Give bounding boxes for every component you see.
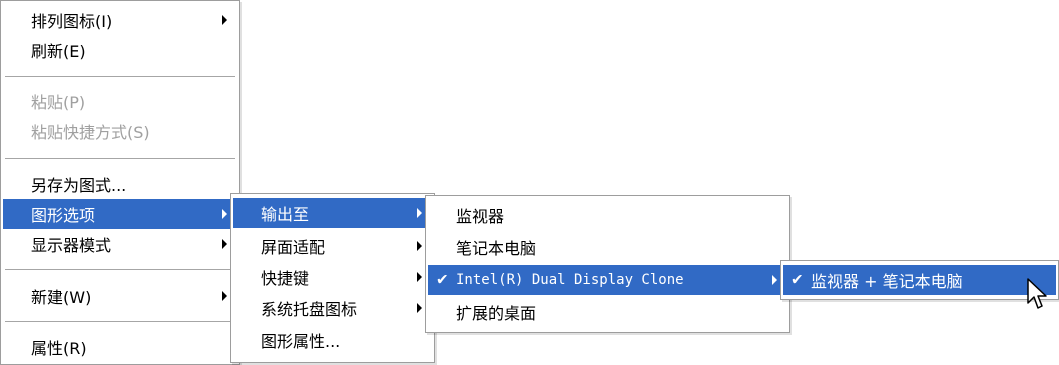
menu-item-save-as-scheme[interactable]: 另存为图式... [3, 169, 237, 199]
menu-item-label: 笔记本电脑 [456, 239, 537, 258]
submenu-arrow-icon [417, 241, 422, 251]
menu-item-arrange-icons[interactable]: 排列图标(I) [3, 5, 237, 35]
menu-item-hotkeys[interactable]: 快捷键 [233, 262, 432, 292]
menu-item-extended-desktop[interactable]: 扩展的桌面 [428, 297, 787, 327]
menu-item-label: 排列图标(I) [31, 12, 113, 31]
menu-item-label: 图形属性... [261, 332, 341, 351]
menu-item-monitor-plus-notebook[interactable]: ✔ 监视器 + 笔记本电脑 [783, 265, 1056, 295]
menu-item-label: 扩展的桌面 [456, 304, 537, 323]
menu-separator [5, 321, 235, 322]
menu-item-new[interactable]: 新建(W) [3, 281, 237, 311]
mouse-pointer-icon [1027, 278, 1047, 309]
menu-item-output-to[interactable]: 输出至 [233, 198, 432, 228]
menu-item-label: 刷新(E) [31, 42, 86, 61]
menu-item-paste: 粘贴(P) [3, 86, 237, 116]
menu-item-label: 输出至 [261, 205, 310, 224]
submenu-arrow-icon [417, 208, 422, 218]
menu-item-label: 另存为图式... [31, 176, 127, 195]
submenu-arrow-icon [222, 291, 227, 301]
menu-item-paste-shortcut: 粘贴快捷方式(S) [3, 116, 237, 146]
check-icon: ✔ [436, 270, 449, 289]
menu-item-dual-display-clone[interactable]: ✔ Intel(R) Dual Display Clone [428, 265, 787, 295]
dual-display-clone-submenu: ✔ 监视器 + 笔记本电脑 [780, 260, 1059, 300]
menu-item-label: 属性(R) [31, 339, 87, 358]
menu-item-label: 系统托盘图标 [261, 300, 358, 319]
check-icon: ✔ [791, 270, 804, 289]
menu-item-tray-icon[interactable]: 系统托盘图标 [233, 293, 432, 323]
menu-item-label: 监视器 + 笔记本电脑 [811, 272, 963, 291]
output-to-submenu: 监视器 笔记本电脑 ✔ Intel(R) Dual Display Clone … [425, 195, 790, 333]
menu-item-graphics-options[interactable]: 图形选项 [3, 199, 237, 229]
menu-item-label: 监视器 [456, 207, 505, 226]
menu-separator [5, 76, 235, 77]
graphics-options-submenu: 输出至 屏面适配 快捷键 系统托盘图标 图形属性... [230, 193, 435, 363]
menu-item-label: 图形选项 [31, 206, 96, 225]
submenu-arrow-icon [222, 239, 227, 249]
menu-item-label: 屏面适配 [261, 238, 326, 257]
menu-item-graphics-properties[interactable]: 图形属性... [233, 325, 432, 355]
desktop-context-menu: 排列图标(I) 刷新(E) 粘贴(P) 粘贴快捷方式(S) 另存为图式... 图… [0, 0, 240, 365]
submenu-arrow-icon [417, 272, 422, 282]
menu-separator [5, 269, 235, 270]
submenu-arrow-icon [772, 275, 777, 285]
menu-item-label: 粘贴(P) [31, 93, 86, 112]
menu-item-label: Intel(R) Dual Display Clone [456, 272, 684, 288]
menu-item-notebook[interactable]: 笔记本电脑 [428, 232, 787, 262]
menu-item-label: 显示器模式 [31, 236, 112, 255]
menu-item-properties[interactable]: 属性(R) [3, 332, 237, 362]
submenu-arrow-icon [417, 303, 422, 313]
submenu-arrow-icon [222, 15, 227, 25]
menu-item-label: 快捷键 [261, 269, 310, 288]
menu-separator [5, 158, 235, 159]
menu-item-label: 新建(W) [31, 288, 92, 307]
menu-item-label: 粘贴快捷方式(S) [31, 123, 150, 142]
submenu-arrow-icon [222, 209, 227, 219]
menu-item-monitor[interactable]: 监视器 [428, 200, 787, 230]
menu-item-display-modes[interactable]: 显示器模式 [3, 229, 237, 259]
menu-item-refresh[interactable]: 刷新(E) [3, 35, 237, 65]
menu-item-panel-fit[interactable]: 屏面适配 [233, 231, 432, 261]
